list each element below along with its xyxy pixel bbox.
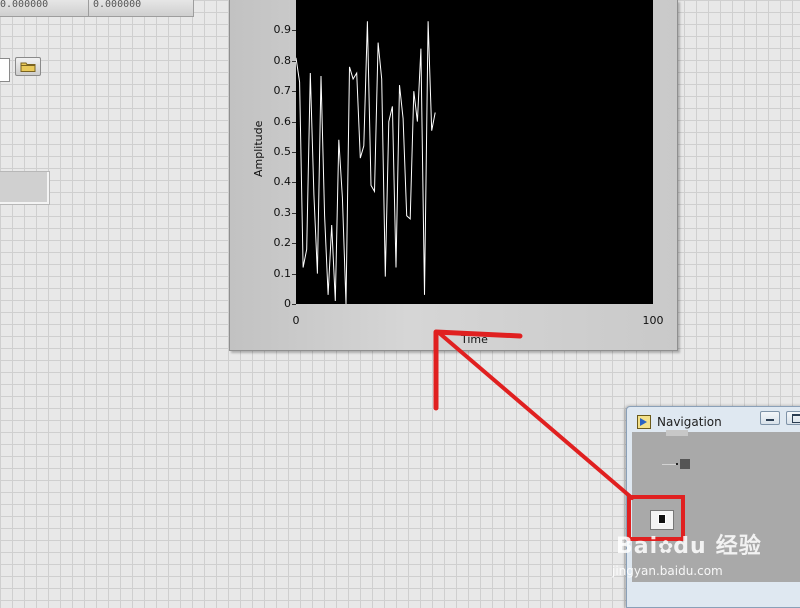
- red-arrow-annotation: [433, 329, 685, 541]
- watermark-product: 经验: [715, 534, 762, 559]
- watermark-url: jingyan.baidu.com: [612, 564, 723, 578]
- watermark-brand-suffix: du: [673, 534, 707, 559]
- watermark-brand: Bai: [616, 534, 659, 559]
- baidu-watermark: Bai✿du 经验: [616, 528, 762, 560]
- baidu-paw-icon: ✿: [658, 537, 674, 558]
